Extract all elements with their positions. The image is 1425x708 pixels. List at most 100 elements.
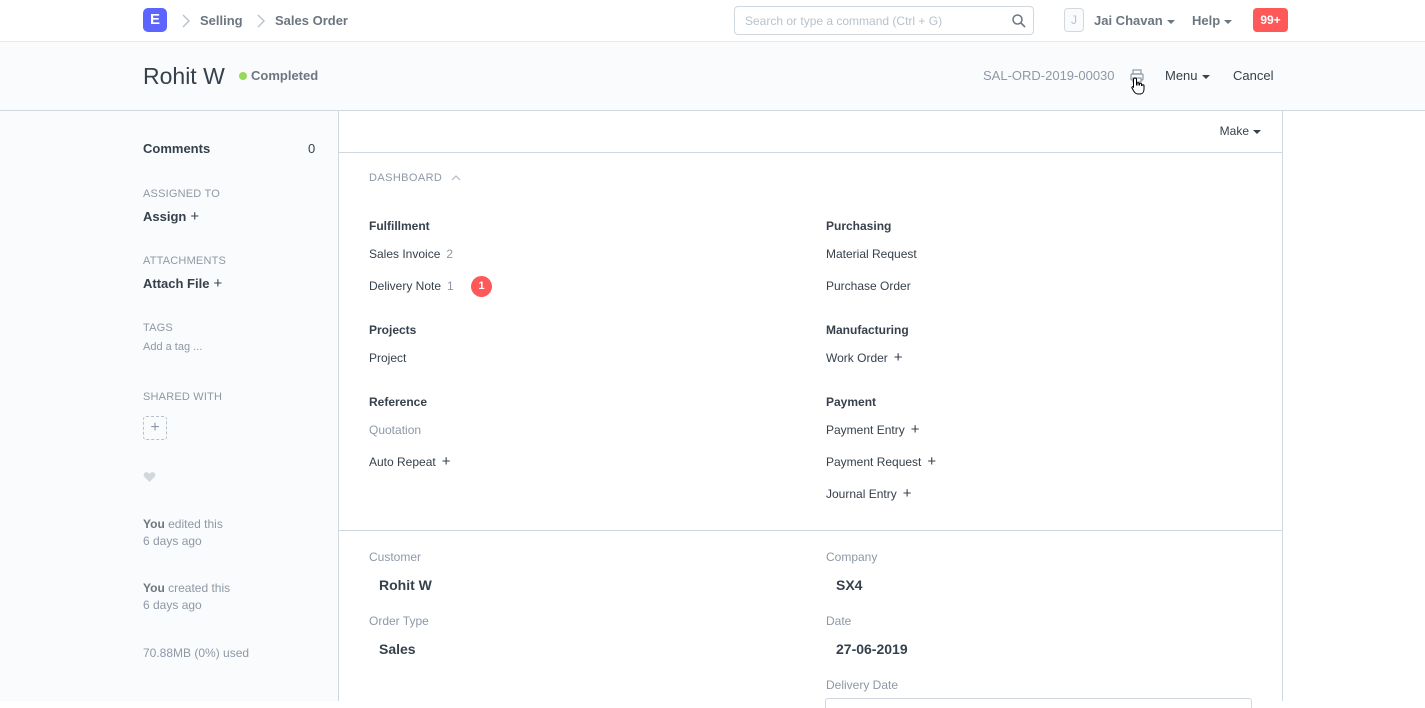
attach-file-button[interactable]: Attach File + xyxy=(143,275,222,292)
date-value: 27-06-2019 xyxy=(836,641,908,657)
chevron-up-icon[interactable] xyxy=(451,173,461,183)
caret-down-icon xyxy=(1201,74,1210,79)
customer-value[interactable]: Rohit W xyxy=(379,577,432,593)
customer-label: Customer xyxy=(369,550,422,564)
link-work-order[interactable]: Work Order + xyxy=(826,349,903,366)
activity-text: created this xyxy=(164,581,231,595)
caret-down-icon xyxy=(1166,19,1175,24)
caret-down-icon xyxy=(1253,129,1261,134)
activity-user: You xyxy=(143,581,165,595)
group-manufacturing: Manufacturing xyxy=(826,323,909,337)
company-label: Company xyxy=(826,550,878,564)
tags-label: TAGS xyxy=(143,322,173,334)
attach-file-label: Attach File xyxy=(143,276,210,291)
breadcrumb-sales-order[interactable]: Sales Order xyxy=(275,13,348,28)
add-share-button[interactable]: + xyxy=(143,416,167,440)
group-reference: Reference xyxy=(369,395,428,409)
link-project[interactable]: Project xyxy=(369,351,406,365)
date-label: Date xyxy=(826,614,852,628)
user-menu[interactable]: Jai Chavan xyxy=(1094,13,1175,28)
user-avatar[interactable]: J xyxy=(1064,8,1084,32)
plus-icon[interactable]: + xyxy=(911,421,920,438)
page-title: Rohit W xyxy=(143,63,225,89)
link-label: Auto Repeat xyxy=(369,455,436,469)
link-label: Sales Invoice xyxy=(369,247,441,261)
hand-cursor-icon xyxy=(1131,77,1145,95)
company-value[interactable]: SX4 xyxy=(836,577,862,593)
link-payment-entry[interactable]: Payment Entry + xyxy=(826,421,919,438)
plus-icon: + xyxy=(190,208,200,225)
activity-edited: You edited this 6 days ago xyxy=(143,516,223,550)
link-label: Journal Entry xyxy=(826,487,897,501)
link-purchase-order[interactable]: Purchase Order xyxy=(826,279,911,293)
delivery-date-input[interactable] xyxy=(825,698,1252,708)
search-input[interactable] xyxy=(735,7,1005,34)
menu-label: Menu xyxy=(1165,68,1198,83)
chevron-right-icon xyxy=(257,14,265,28)
heart-icon[interactable] xyxy=(143,471,156,483)
user-name: Jai Chavan xyxy=(1094,13,1163,28)
plus-icon[interactable]: + xyxy=(903,485,912,502)
link-auto-repeat[interactable]: Auto Repeat + xyxy=(369,453,450,470)
document-name: SAL-ORD-2019-00030 xyxy=(983,68,1115,83)
plus-icon[interactable]: + xyxy=(442,453,451,470)
link-label: Payment Request xyxy=(826,455,922,469)
group-projects: Projects xyxy=(369,323,417,337)
open-count-badge[interactable]: 1 xyxy=(471,276,492,297)
make-button[interactable]: Make xyxy=(1220,124,1261,138)
app-logo[interactable]: E xyxy=(143,8,167,32)
group-payment: Payment xyxy=(826,395,877,409)
section-divider xyxy=(339,530,1282,531)
order-type-label: Order Type xyxy=(369,614,429,628)
breadcrumb-selling[interactable]: Selling xyxy=(200,13,243,28)
link-journal-entry[interactable]: Journal Entry + xyxy=(826,485,911,502)
group-purchasing: Purchasing xyxy=(826,219,892,233)
cancel-button[interactable]: Cancel xyxy=(1233,68,1273,83)
dashboard-toggle[interactable]: DASHBOARD xyxy=(369,172,442,184)
notifications-badge[interactable]: 99+ xyxy=(1253,8,1288,32)
add-tag-input[interactable]: Add a tag ... xyxy=(143,341,202,353)
plus-icon[interactable]: + xyxy=(927,453,936,470)
status-indicator-icon xyxy=(239,72,247,80)
link-material-request[interactable]: Material Request xyxy=(826,247,917,261)
make-label: Make xyxy=(1219,124,1249,138)
link-delivery-note[interactable]: Delivery Note 1 xyxy=(369,279,454,293)
activity-user: You xyxy=(143,517,165,531)
caret-down-icon xyxy=(1224,19,1233,24)
comments-link[interactable]: Comments xyxy=(143,141,210,156)
plus-icon[interactable]: + xyxy=(894,349,903,366)
status-badge: Completed xyxy=(251,68,319,83)
assign-label: Assign xyxy=(143,209,187,224)
link-label: Delivery Note xyxy=(369,279,442,293)
chevron-right-icon xyxy=(182,14,190,28)
order-type-value: Sales xyxy=(379,641,416,657)
assigned-to-label: ASSIGNED TO xyxy=(143,188,220,200)
page-head: Rohit W Completed SAL-ORD-2019-00030 Men… xyxy=(0,42,1425,111)
plus-icon: + xyxy=(213,275,223,292)
group-fulfillment: Fulfillment xyxy=(369,219,430,233)
form-sidebar: Comments 0 ASSIGNED TO Assign + ATTACHMEN… xyxy=(0,111,338,701)
delivery-date-label: Delivery Date xyxy=(826,678,899,692)
assign-button[interactable]: Assign + xyxy=(143,208,199,225)
activity-time: 6 days ago xyxy=(143,598,202,612)
comments-count: 0 xyxy=(308,141,316,156)
form-main: Make DASHBOARD Fulfillment Sales Invoice… xyxy=(338,111,1283,708)
help-menu[interactable]: Help xyxy=(1192,13,1233,28)
plus-icon: + xyxy=(150,419,160,436)
link-label: Payment Entry xyxy=(826,423,905,437)
storage-usage: 70.88MB (0%) used xyxy=(143,646,250,660)
link-quotation[interactable]: Quotation xyxy=(369,423,421,437)
attachments-label: ATTACHMENTS xyxy=(143,255,227,267)
link-label: Work Order xyxy=(826,351,888,365)
link-count: 2 xyxy=(446,247,454,261)
search-icon[interactable] xyxy=(1011,13,1027,29)
link-count: 1 xyxy=(447,279,454,293)
awesomebar xyxy=(734,6,1034,35)
help-label: Help xyxy=(1192,13,1221,28)
menu-button[interactable]: Menu xyxy=(1165,68,1210,83)
form-toolbar: Make xyxy=(339,111,1282,153)
top-navbar: E Selling Sales Order J Jai Chavan Help … xyxy=(0,0,1425,42)
activity-time: 6 days ago xyxy=(143,534,202,548)
link-payment-request[interactable]: Payment Request + xyxy=(826,453,936,470)
link-sales-invoice[interactable]: Sales Invoice 2 xyxy=(369,247,453,261)
